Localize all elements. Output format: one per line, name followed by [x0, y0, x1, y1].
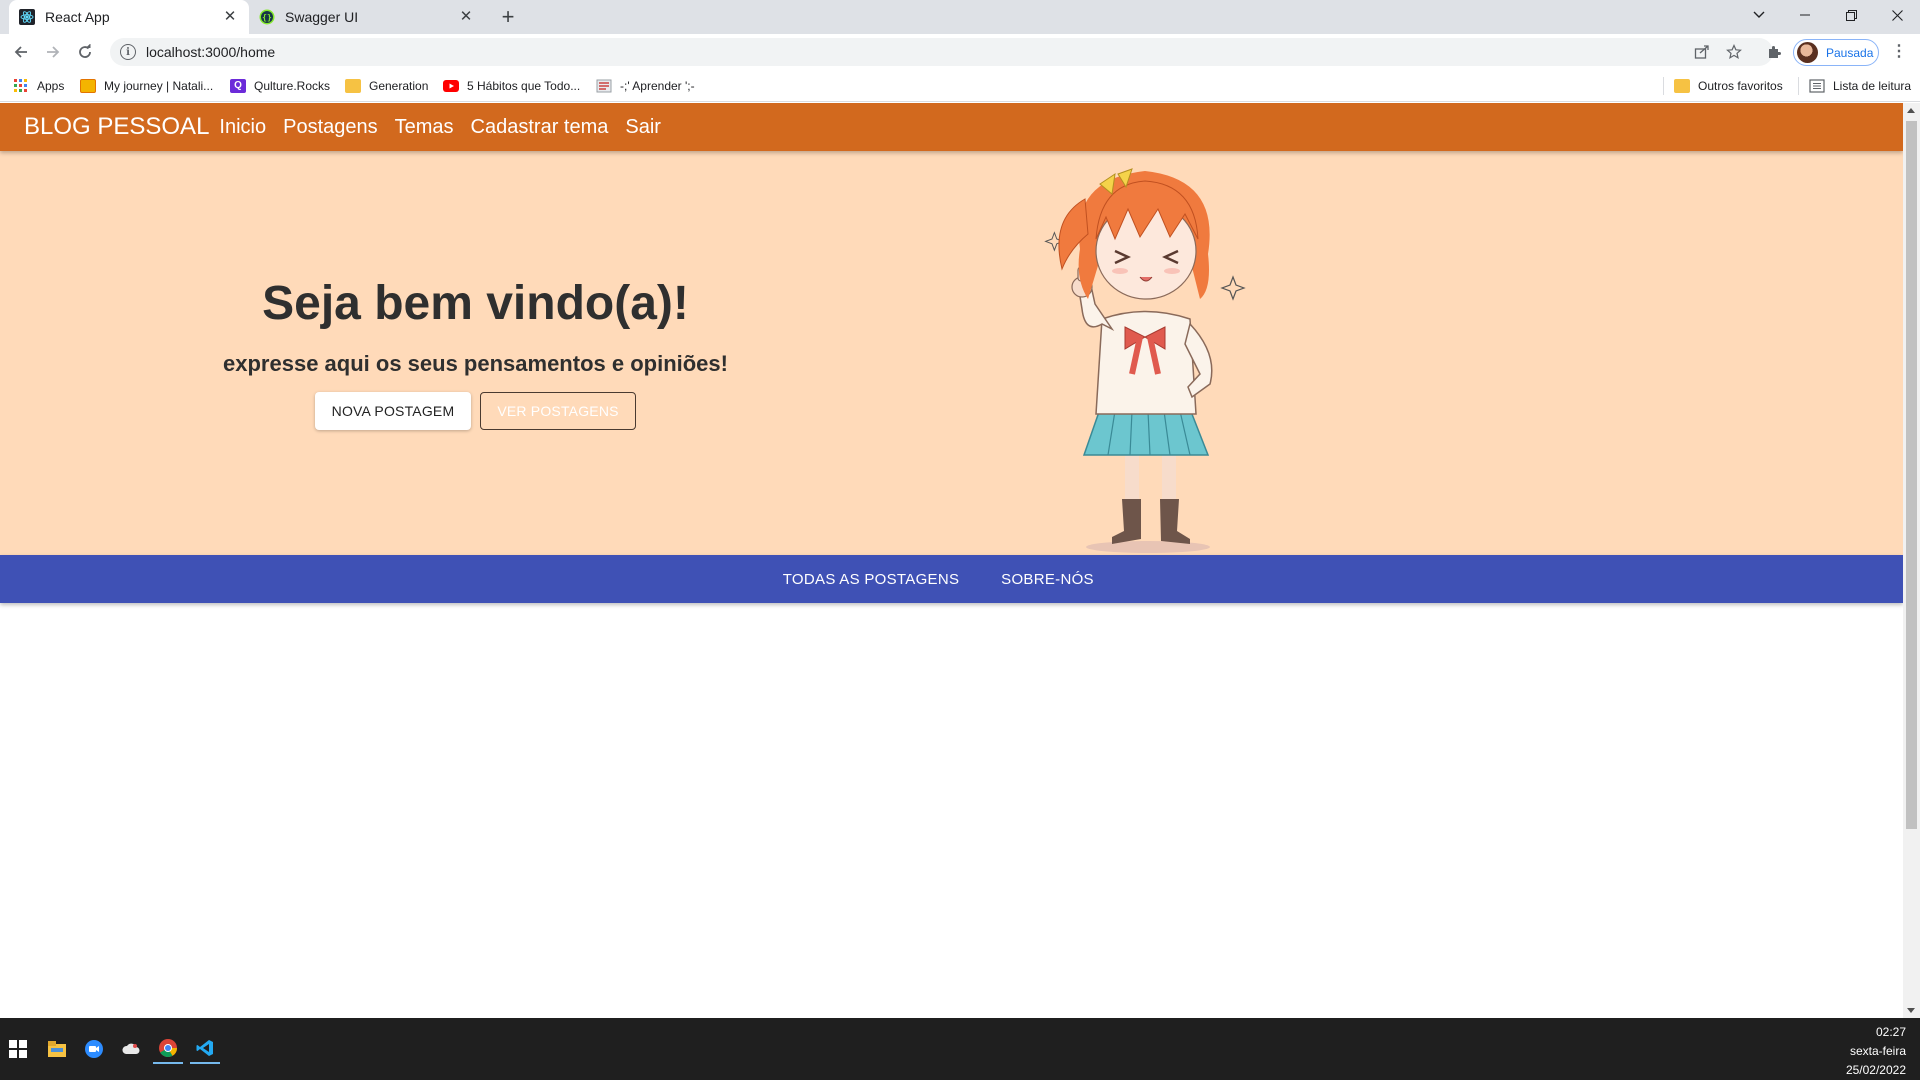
swagger-icon: {}	[259, 9, 275, 25]
browser-tab-react-app[interactable]: React App ✕	[9, 0, 249, 34]
chrome-taskbar-icon[interactable]	[153, 1034, 183, 1064]
new-tab-button[interactable]: +	[495, 5, 521, 31]
file-explorer-icon[interactable]	[42, 1034, 72, 1064]
clock-date: 25/02/2022	[1845, 1063, 1906, 1077]
bookmark-generation[interactable]: Generation	[345, 77, 428, 95]
bookmark-aprender[interactable]: -;' Aprender ';-	[596, 77, 695, 95]
tab-search-chevron-icon[interactable]	[1736, 0, 1782, 30]
scroll-up-arrow-icon[interactable]	[1907, 108, 1915, 113]
share-icon[interactable]	[1692, 42, 1712, 62]
cloud-app-icon[interactable]	[116, 1034, 146, 1064]
extensions-puzzle-icon[interactable]	[1764, 42, 1784, 62]
svg-text:{}: {}	[262, 13, 272, 22]
youtube-icon	[443, 80, 459, 92]
new-post-button[interactable]: NOVA POSTAGEM	[315, 392, 471, 430]
app-navbar: BLOG PESSOAL Inicio Postagens Temas Cada…	[0, 103, 1903, 151]
back-arrow-icon[interactable]	[7, 38, 35, 66]
web-page: BLOG PESSOAL Inicio Postagens Temas Cada…	[0, 103, 1903, 1018]
bookmark-label: My journey | Natali...	[104, 79, 214, 93]
browser-toolbar: i localhost:3000/home Pausada ⋮	[0, 34, 1920, 70]
bookmark-qulture[interactable]: Q Qulture.Rocks	[230, 77, 330, 95]
browser-tab-strip: React App ✕ {} Swagger UI ✕ +	[0, 0, 1920, 34]
hero-title: Seja bem vindo(a)!	[262, 277, 689, 330]
close-window-icon[interactable]	[1874, 0, 1920, 30]
bookmark-label: Qulture.Rocks	[254, 79, 331, 93]
view-posts-button[interactable]: VER POSTAGENS	[480, 392, 636, 430]
posts-tab-bar: TODAS AS POSTAGENS SOBRE-NÓS	[0, 555, 1903, 603]
taskbar-clock[interactable]: 02:27 sexta-feira 25/02/2022	[1826, 1023, 1906, 1080]
bookmark-outros-favoritos[interactable]: Outros favoritos	[1663, 77, 1783, 95]
bookmark-label: Lista de leitura	[1833, 79, 1912, 93]
anime-girl-illustration	[1044, 168, 1246, 553]
nav-link-cadastrar-tema[interactable]: Cadastrar tema	[471, 116, 609, 139]
brand-title: BLOG PESSOAL	[24, 113, 210, 140]
reading-list-icon	[1809, 79, 1825, 93]
tab-todas-as-postagens[interactable]: TODAS AS POSTAGENS	[771, 555, 971, 603]
nav-link-temas[interactable]: Temas	[395, 116, 454, 139]
windows-start-icon[interactable]	[3, 1034, 33, 1064]
avatar	[1797, 42, 1818, 63]
folder-icon	[80, 79, 96, 93]
tab-sobre-nos[interactable]: SOBRE-NÓS	[980, 555, 1115, 603]
folder-icon	[345, 79, 361, 93]
windows-taskbar: 02:27 sexta-feira 25/02/2022	[0, 1018, 1920, 1080]
hero-section: Seja bem vindo(a)! expresse aqui os seus…	[0, 151, 1903, 555]
apps-grid-icon	[14, 79, 27, 92]
bookmark-star-icon[interactable]	[1724, 42, 1744, 62]
zoom-app-icon[interactable]	[79, 1034, 109, 1064]
nav-link-sair[interactable]: Sair	[625, 116, 661, 139]
url-text: localhost:3000/home	[146, 44, 276, 60]
bookmark-label: Generation	[369, 79, 429, 93]
address-bar[interactable]: i localhost:3000/home	[110, 38, 1773, 66]
bookmark-label: Outros favoritos	[1698, 79, 1783, 93]
bookmark-my-journey[interactable]: My journey | Natali...	[80, 77, 213, 95]
profile-button[interactable]: Pausada	[1793, 39, 1879, 66]
clock-time: 02:27	[1875, 1025, 1906, 1039]
qulture-icon: Q	[230, 79, 246, 93]
browser-tab-swagger[interactable]: {} Swagger UI ✕	[249, 0, 485, 34]
minimize-window-icon[interactable]	[1782, 0, 1828, 30]
scroll-down-arrow-icon[interactable]	[1907, 1008, 1915, 1013]
more-menu-icon[interactable]: ⋮	[1889, 42, 1909, 62]
bookmark-label: 5 Hábitos que Todo...	[467, 79, 581, 93]
bookmark-5-habitos[interactable]: 5 Hábitos que Todo...	[443, 77, 580, 95]
tab-title: Swagger UI	[285, 9, 359, 25]
hero-text-column: Seja bem vindo(a)! expresse aqui os seus…	[0, 151, 951, 555]
close-tab-icon[interactable]: ✕	[221, 8, 239, 26]
site-info-icon[interactable]: i	[120, 44, 136, 60]
tab-title: React App	[45, 9, 110, 25]
nav-link-inicio[interactable]: Inicio	[219, 116, 266, 139]
bookmark-label: -;' Aprender ';-	[620, 79, 695, 93]
page-scrollbar[interactable]	[1903, 103, 1920, 1018]
bookmark-label: Apps	[37, 79, 65, 93]
close-tab-icon[interactable]: ✕	[457, 8, 475, 26]
hero-subtitle: expresse aqui os seus pensamentos e opin…	[223, 351, 728, 376]
reload-icon[interactable]	[71, 38, 99, 66]
vscode-taskbar-icon[interactable]	[190, 1034, 220, 1064]
nav-link-postagens[interactable]: Postagens	[283, 116, 378, 139]
react-icon	[19, 9, 35, 25]
folder-icon	[1674, 79, 1690, 93]
forward-arrow-icon[interactable]	[39, 38, 67, 66]
bookmark-apps[interactable]: Apps	[13, 77, 64, 95]
restore-window-icon[interactable]	[1828, 0, 1874, 30]
bookmarks-bar: Apps My journey | Natali... Q Qulture.Ro…	[0, 70, 1920, 102]
scrollbar-thumb[interactable]	[1906, 121, 1917, 829]
bookmark-page-icon	[596, 79, 612, 93]
profile-label: Pausada	[1826, 45, 1874, 60]
clock-day: sexta-feira	[1849, 1044, 1906, 1058]
reading-list-button[interactable]: Lista de leitura	[1798, 77, 1911, 95]
